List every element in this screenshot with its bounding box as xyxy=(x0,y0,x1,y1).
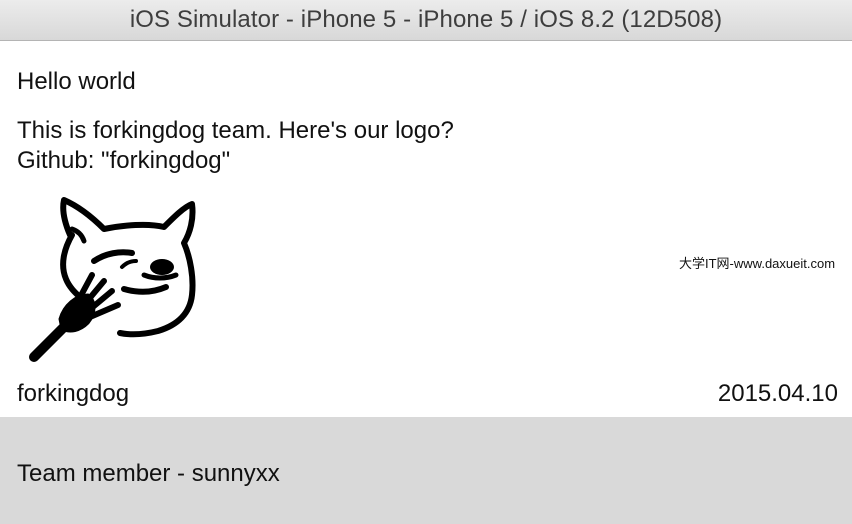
feed-cell[interactable]: Team member - sunnyxx xyxy=(0,417,852,524)
window-title: iOS Simulator - iPhone 5 - iPhone 5 / iO… xyxy=(129,6,723,33)
cell-title: Hello world xyxy=(17,68,136,95)
cell-title: Team member - sunnyxx xyxy=(17,460,280,487)
cell-content: This is forkingdog team. Here's our logo… xyxy=(17,117,454,174)
forkingdog-logo-icon xyxy=(29,197,196,362)
cell-username: forkingdog xyxy=(17,380,130,407)
cell-date: 2015.04.10 xyxy=(717,380,838,407)
window-titlebar[interactable]: iOS Simulator - iPhone 5 - iPhone 5 / iO… xyxy=(0,0,852,41)
feed-cell[interactable]: Hello world This is forkingdog team. Her… xyxy=(0,41,852,417)
simulator-window: iOS Simulator - iPhone 5 - iPhone 5 / iO… xyxy=(0,0,852,524)
watermark-text: 大学IT网-www.daxueit.com xyxy=(679,256,836,271)
